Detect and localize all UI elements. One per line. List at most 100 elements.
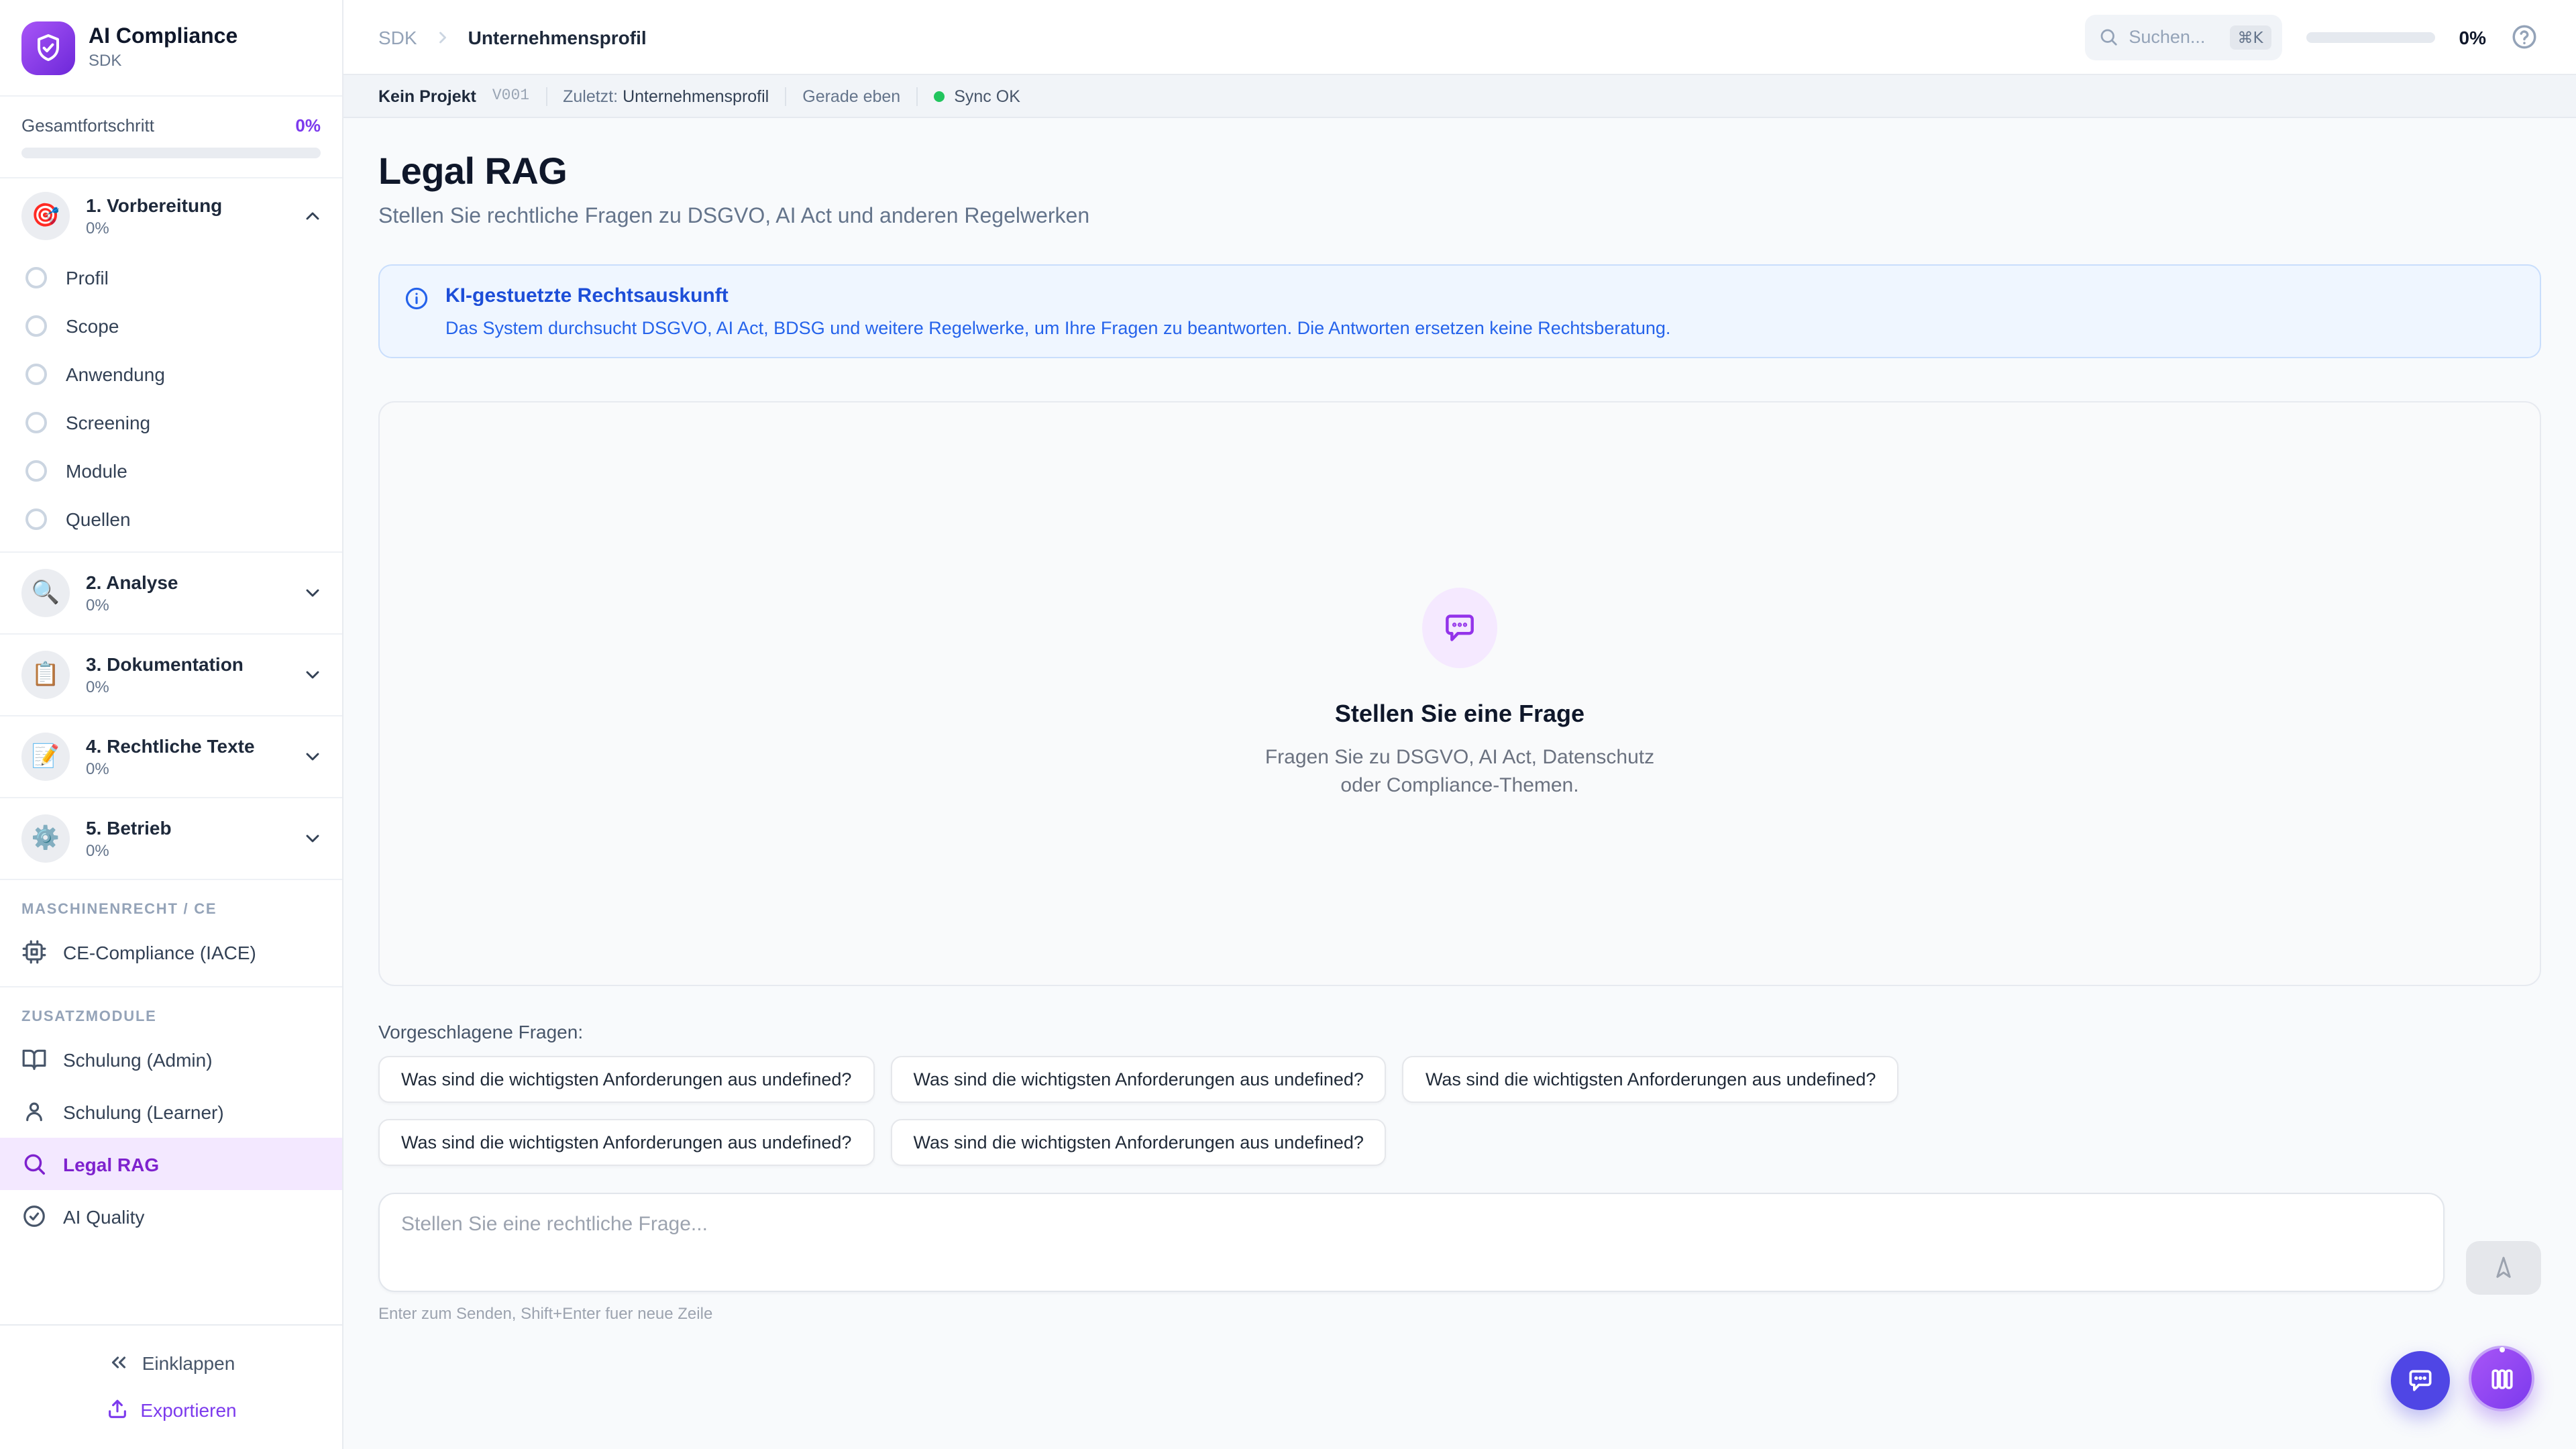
phase-block-betrieb: ⚙️ 5. Betrieb 0%: [0, 798, 342, 880]
sidebar-item-schulung-learner[interactable]: Schulung (Learner): [0, 1085, 342, 1138]
sidebar-item-module[interactable]: Module: [0, 447, 342, 495]
divider: [916, 87, 918, 105]
phase-meta: 2. Analyse 0%: [86, 572, 286, 614]
input-hint: Enter zum Senden, Shift+Enter fuer neue …: [378, 1304, 2541, 1323]
sidebar-item-scope[interactable]: Scope: [0, 302, 342, 350]
chat-fab-button[interactable]: [2391, 1351, 2450, 1410]
phase-meta: 4. Rechtliche Texte 0%: [86, 735, 286, 778]
sidebar-item-label: Module: [66, 460, 127, 482]
chat-bubble-badge: [1422, 588, 1497, 668]
sidebar-item-ai-quality[interactable]: AI Quality: [0, 1190, 342, 1242]
header-progress-value: 0%: [2459, 26, 2486, 48]
sidebar-item-label: Anwendung: [66, 364, 165, 385]
check-circle-icon: [21, 1203, 47, 1229]
status-bar: Kein Projekt V001 Zuletzt: Unternehmensp…: [343, 75, 2576, 118]
suggested-question-button[interactable]: Was sind die wichtigsten Anforderungen a…: [1403, 1056, 1898, 1103]
sidebar-item-profil[interactable]: Profil: [0, 254, 342, 302]
version-badge: V001: [492, 87, 529, 105]
sync-ok-dot-icon: [934, 91, 945, 101]
info-banner-body: Das System durchsucht DSGVO, AI Act, BDS…: [445, 318, 1670, 338]
suggested-question-button[interactable]: Was sind die wichtigsten Anforderungen a…: [890, 1056, 1386, 1103]
columns-fab-button[interactable]: [2469, 1346, 2534, 1411]
radio-circle-icon: [25, 412, 47, 433]
phase-title: 2. Analyse: [86, 572, 286, 593]
section-label-zusatzmodule: ZUSATZMODULE: [0, 987, 342, 1033]
sidebar-item-legal-rag[interactable]: Legal RAG: [0, 1138, 342, 1190]
sidebar-phase-analyse[interactable]: 🔍 2. Analyse 0%: [0, 553, 342, 633]
last-saved-prefix: Zuletzt:: [563, 87, 618, 105]
phase-progress: 0%: [86, 596, 286, 614]
sidebar: AI Compliance SDK Gesamtfortschritt 0% 🎯…: [0, 0, 343, 1449]
phase-progress: 0%: [86, 678, 286, 696]
last-saved: Zuletzt: Unternehmensprofil: [563, 87, 769, 105]
breadcrumb-root[interactable]: SDK: [378, 26, 417, 48]
info-banner-text: KI-gestuetzte Rechtsauskunft Das System …: [445, 284, 1670, 338]
export-label: Exportieren: [140, 1399, 236, 1420]
suggested-question-button[interactable]: Was sind die wichtigsten Anforderungen a…: [378, 1056, 874, 1103]
send-button[interactable]: [2466, 1241, 2541, 1295]
sidebar-phase-rechtliche-texte[interactable]: 📝 4. Rechtliche Texte 0%: [0, 716, 342, 797]
radio-circle-icon: [25, 315, 47, 337]
phase-block-dokumentation: 📋 3. Dokumentation 0%: [0, 635, 342, 716]
page-subtitle: Stellen Sie rechtliche Fragen zu DSGVO, …: [378, 205, 2541, 229]
shield-check-icon: [32, 32, 64, 64]
sidebar-item-label: Legal RAG: [63, 1153, 159, 1175]
suggested-questions: Was sind die wichtigsten Anforderungen a…: [378, 1056, 2042, 1166]
sidebar-item-ce-compliance[interactable]: CE-Compliance (IACE): [0, 926, 342, 978]
empty-state-title: Stellen Sie eine Frage: [1335, 700, 1585, 729]
divider: [785, 87, 786, 105]
cpu-icon: [21, 939, 47, 965]
sidebar-item-label: Schulung (Admin): [63, 1049, 213, 1070]
suggested-question-button[interactable]: Was sind die wichtigsten Anforderungen a…: [378, 1119, 874, 1166]
phase-meta: 3. Dokumentation 0%: [86, 653, 286, 696]
sidebar-item-quellen[interactable]: Quellen: [0, 495, 342, 543]
search-input[interactable]: Suchen... ⌘K: [2084, 14, 2282, 60]
phase-title: 5. Betrieb: [86, 817, 286, 839]
overall-progress-bar: [21, 148, 321, 158]
memo-icon: 📝: [21, 733, 70, 781]
question-input[interactable]: [378, 1193, 2445, 1292]
section-label-maschinenrecht: MASCHINENRECHT / CE: [0, 880, 342, 926]
magnifier-icon: 🔍: [21, 569, 70, 617]
header-right: Suchen... ⌘K 0%: [2084, 14, 2538, 60]
sidebar-phase-dokumentation[interactable]: 📋 3. Dokumentation 0%: [0, 635, 342, 715]
phase-meta: 5. Betrieb 0%: [86, 817, 286, 860]
paper-plane-icon: [2490, 1254, 2517, 1281]
empty-state-body: Fragen Sie zu DSGVO, AI Act, Datenschutz…: [1252, 745, 1668, 800]
info-circle-icon: [404, 286, 429, 338]
divider: [545, 87, 547, 105]
help-icon[interactable]: [2510, 23, 2538, 51]
sidebar-header: AI Compliance SDK: [0, 0, 342, 97]
sidebar-item-schulung-admin[interactable]: Schulung (Admin): [0, 1033, 342, 1085]
last-saved-value: Unternehmensprofil: [623, 87, 769, 105]
main-area: SDK Unternehmensprofil Suchen... ⌘K 0%: [343, 0, 2576, 1449]
info-banner-title: KI-gestuetzte Rechtsauskunft: [445, 284, 1670, 307]
clipboard-icon: 📋: [21, 651, 70, 699]
columns-icon: [2487, 1364, 2516, 1393]
page-content: Legal RAG Stellen Sie rechtliche Fragen …: [343, 118, 2576, 1449]
chevrons-left-icon: [107, 1351, 130, 1374]
suggested-questions-label: Vorgeschlagene Fragen:: [378, 1021, 2541, 1042]
collapse-sidebar-button[interactable]: Einklappen: [0, 1339, 342, 1386]
sync-status-label: Sync OK: [954, 87, 1020, 105]
collapse-label: Einklappen: [142, 1352, 235, 1373]
upload-icon: [105, 1398, 128, 1421]
phase-progress: 0%: [86, 841, 286, 860]
app-identity: AI Compliance SDK: [89, 25, 237, 70]
sidebar-phase-betrieb[interactable]: ⚙️ 5. Betrieb 0%: [0, 798, 342, 879]
phase-meta: 1. Vorbereitung 0%: [86, 195, 286, 237]
sidebar-footer: Einklappen Exportieren: [0, 1324, 342, 1449]
sidebar-item-screening[interactable]: Screening: [0, 398, 342, 447]
radio-circle-icon: [25, 508, 47, 530]
export-button[interactable]: Exportieren: [0, 1386, 342, 1433]
gear-icon: ⚙️: [21, 814, 70, 863]
sidebar-item-anwendung[interactable]: Anwendung: [0, 350, 342, 398]
breadcrumb-current: Unternehmensprofil: [468, 26, 647, 48]
radio-circle-icon: [25, 460, 47, 482]
sidebar-item-label: Scope: [66, 315, 119, 337]
suggested-question-button[interactable]: Was sind die wichtigsten Anforderungen a…: [890, 1119, 1386, 1166]
header-progress-bar: [2306, 32, 2435, 42]
sidebar-item-label: Quellen: [66, 508, 131, 530]
sidebar-phase-vorbereitung[interactable]: 🎯 1. Vorbereitung 0%: [0, 178, 342, 254]
overall-progress-value: 0%: [295, 115, 321, 136]
